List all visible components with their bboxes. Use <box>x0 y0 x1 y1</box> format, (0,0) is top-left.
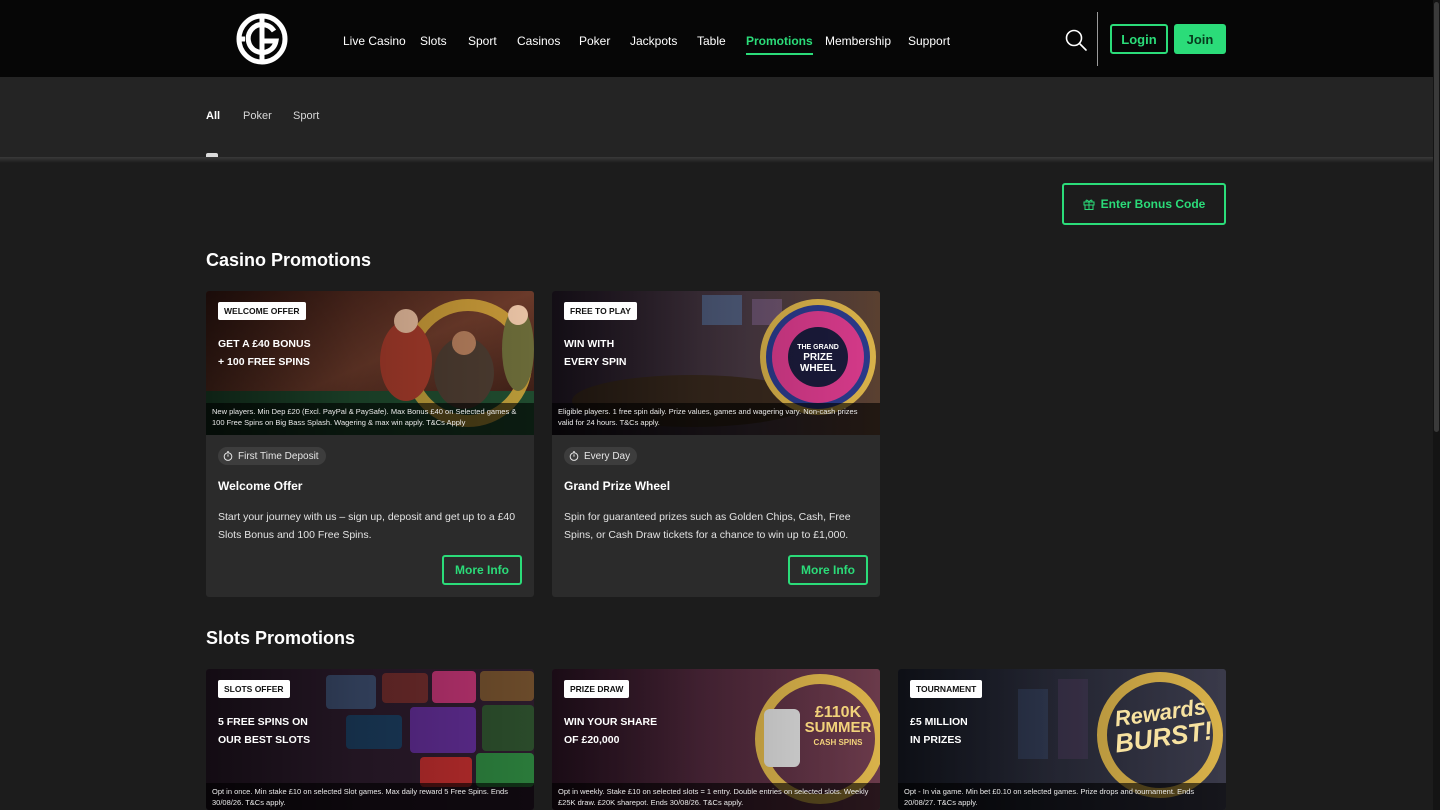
promo-headline: WIN YOUR SHARE OF £20,000 <box>564 716 658 746</box>
prize-wheel-logo-text: THE GRAND PRIZE WHEEL <box>797 344 839 374</box>
promo-terms: Eligible players. 1 free spin daily. Pri… <box>552 403 880 435</box>
promo-headline: 5 FREE SPINS ON OUR BEST SLOTS <box>218 716 311 746</box>
promo-frequency-pill: First Time Deposit <box>218 447 326 465</box>
promo-card-grand-prize-wheel: THE GRAND PRIZE WHEEL FREE TO PLAY WIN W… <box>552 291 880 597</box>
nav-membership[interactable]: Membership <box>825 34 891 48</box>
promo-filter-bar: All Poker Sport <box>0 77 1433 157</box>
promo-terms: New players. Min Dep £20 (Excl. PayPal &… <box>206 403 534 435</box>
promo-hero-image: WELCOME OFFER GET A £40 BONUS + 100 FREE… <box>206 291 534 435</box>
section-title-slots: Slots Promotions <box>206 628 356 648</box>
promo-description: Start your journey with us – sign up, de… <box>218 511 516 541</box>
promo-tag: PRIZE DRAW <box>564 680 630 698</box>
filter-tab-all[interactable]: All <box>206 110 220 122</box>
more-info-button[interactable]: More Info <box>788 555 868 585</box>
nav-live-casino[interactable]: Live Casino <box>343 34 406 48</box>
nav-table[interactable]: Table <box>697 34 726 48</box>
enter-bonus-code-button[interactable]: Enter Bonus Code <box>1062 183 1226 225</box>
timer-icon <box>569 451 579 461</box>
promo-hero-image: £110K SUMMER CASH SPINS PRIZE DRAW WIN Y… <box>552 669 880 810</box>
nav-slots[interactable]: Slots <box>420 34 447 48</box>
filter-bar-shadow <box>0 157 1433 163</box>
promo-title: Welcome Offer <box>218 479 303 493</box>
more-info-button[interactable]: More Info <box>442 555 522 585</box>
promo-card-body: Every Day Grand Prize Wheel Spin for gua… <box>552 435 880 597</box>
promo-title: Grand Prize Wheel <box>564 479 671 493</box>
nav-promotions[interactable]: Promotions <box>746 34 813 55</box>
brand-logo-icon[interactable] <box>236 13 288 65</box>
promo-hero-image: SLOTS OFFER 5 FREE SPINS ON OUR BEST SLO… <box>206 669 534 810</box>
promo-tag: FREE TO PLAY <box>564 302 637 320</box>
header-divider <box>1097 12 1098 66</box>
promo-hero-image: Rewards BURST! TOURNAMENT £5 MILLION IN … <box>898 669 1226 810</box>
join-button[interactable]: Join <box>1174 24 1226 54</box>
section-title-casino: Casino Promotions <box>206 250 372 270</box>
promo-card-slots-offer: SLOTS OFFER 5 FREE SPINS ON OUR BEST SLO… <box>206 669 534 810</box>
promo-headline: GET A £40 BONUS + 100 FREE SPINS <box>218 338 311 368</box>
summer-cash-spins-logo-text: £110K SUMMER CASH SPINS <box>804 704 872 748</box>
promo-headline: WIN WITH EVERY SPIN <box>564 338 627 368</box>
promo-terms: Opt in once. Min stake £10 on selected S… <box>206 783 534 810</box>
enter-bonus-code-label: Enter Bonus Code <box>1100 197 1206 211</box>
nav-casinos[interactable]: Casinos <box>517 34 560 48</box>
timer-icon <box>223 451 233 461</box>
nav-poker[interactable]: Poker <box>579 34 610 48</box>
search-icon[interactable] <box>1064 28 1088 52</box>
promo-frequency-pill: Every Day <box>564 447 638 465</box>
promo-tag: WELCOME OFFER <box>218 302 306 320</box>
site-header: Live Casino Slots Sport Casinos Poker Ja… <box>0 0 1433 77</box>
promo-terms: Opt - In via game. Min bet £0.10 on sele… <box>898 783 1226 810</box>
nav-support[interactable]: Support <box>908 34 950 48</box>
nav-sport[interactable]: Sport <box>468 34 497 48</box>
promo-description: Spin for guaranteed prizes such as Golde… <box>564 511 851 541</box>
nav-jackpots[interactable]: Jackpots <box>630 34 677 48</box>
promo-card-body: First Time Deposit Welcome Offer Start y… <box>206 435 534 597</box>
promo-card-prize-draw: £110K SUMMER CASH SPINS PRIZE DRAW WIN Y… <box>552 669 880 810</box>
promo-tag: TOURNAMENT <box>910 680 983 698</box>
promotions-page: Live Casino Slots Sport Casinos Poker Ja… <box>0 0 1440 810</box>
promo-terms: Opt in weekly. Stake £10 on selected slo… <box>552 783 880 810</box>
promo-card-tournament: Rewards BURST! TOURNAMENT £5 MILLION IN … <box>898 669 1226 810</box>
promo-hero-image: THE GRAND PRIZE WHEEL FREE TO PLAY WIN W… <box>552 291 880 435</box>
gift-icon <box>1083 199 1095 210</box>
promo-headline: £5 MILLION IN PRIZES <box>910 716 968 746</box>
filter-tab-poker[interactable]: Poker <box>243 110 272 122</box>
page-scrollbar-thumb[interactable] <box>1434 2 1439 432</box>
promo-tag: SLOTS OFFER <box>218 680 290 698</box>
promo-card-welcome-offer: WELCOME OFFER GET A £40 BONUS + 100 FREE… <box>206 291 534 597</box>
login-button[interactable]: Login <box>1110 24 1168 54</box>
filter-tab-sport[interactable]: Sport <box>293 110 319 122</box>
